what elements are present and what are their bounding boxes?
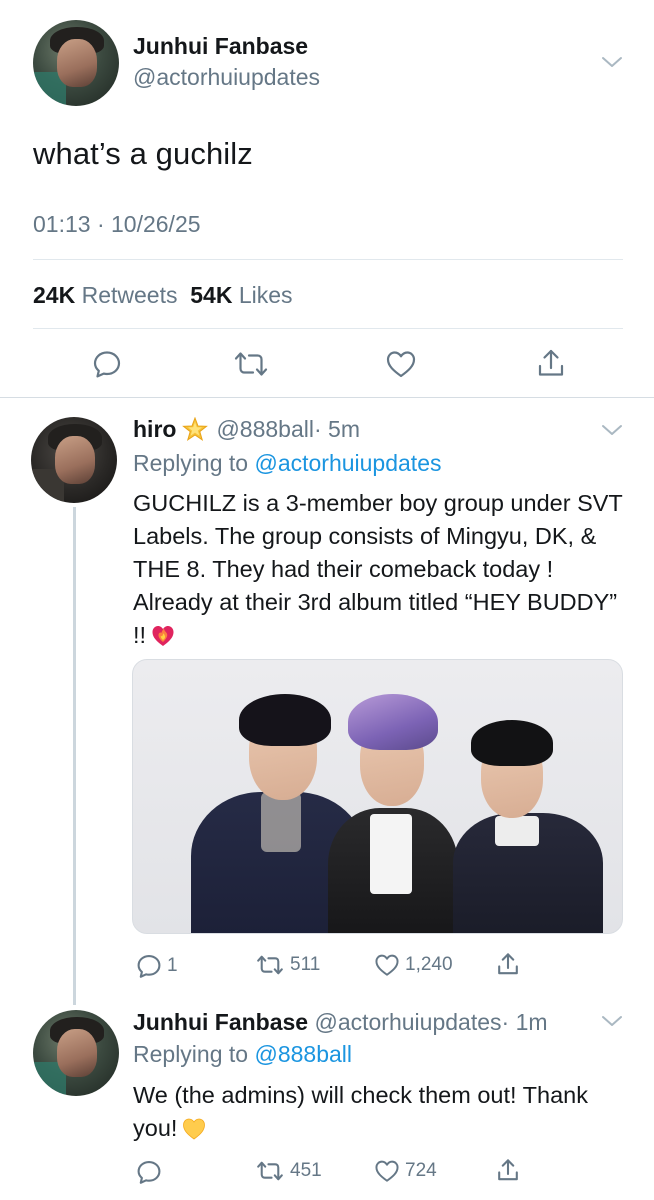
engagement-stats: 24K Retweets 54K Likes xyxy=(33,282,293,309)
like-button[interactable]: 1,240 xyxy=(374,952,453,978)
reply-text: We (the admins) will check them out! Tha… xyxy=(133,1079,613,1145)
replying-prefix: Replying to xyxy=(133,1041,249,1067)
reply-icon xyxy=(93,351,121,378)
divider xyxy=(0,397,654,398)
retweet-button[interactable] xyxy=(232,349,270,379)
retweet-icon xyxy=(257,1161,283,1181)
reply-text-content: GUCHILZ is a 3-member boy group under SV… xyxy=(133,490,623,648)
time-ago[interactable]: · 1m xyxy=(502,1009,548,1035)
handle[interactable]: @actorhuiupdates xyxy=(133,64,320,91)
chevron-down-icon[interactable] xyxy=(601,55,623,69)
retweet-button[interactable]: 451 xyxy=(255,1159,322,1183)
retweet-icon xyxy=(234,352,268,376)
share-button[interactable] xyxy=(496,950,525,978)
reply-header: Junhui Fanbase @actorhuiupdates· 1m xyxy=(133,1009,548,1036)
likes-stat[interactable]: 54K Likes xyxy=(190,282,292,308)
retweet-count: 451 xyxy=(290,1160,322,1181)
like-icon xyxy=(375,1160,399,1182)
divider xyxy=(33,259,623,260)
share-button[interactable] xyxy=(496,1156,525,1184)
star-emoji xyxy=(182,417,209,441)
avatar[interactable] xyxy=(33,1010,119,1096)
replying-to-link[interactable]: @actorhuiupdates xyxy=(254,450,441,476)
tweet-photo[interactable] xyxy=(132,659,623,934)
reply-button[interactable] xyxy=(92,349,122,379)
retweets-label: Retweets xyxy=(81,282,178,308)
reply-button[interactable] xyxy=(136,1159,167,1185)
like-button[interactable]: 724 xyxy=(374,1158,437,1184)
share-icon xyxy=(538,349,564,376)
time-ago[interactable]: · 5m xyxy=(314,416,360,442)
yellow-heart-emoji xyxy=(183,1118,206,1140)
retweet-button[interactable]: 511 xyxy=(255,953,320,977)
retweet-icon xyxy=(257,955,283,975)
handle[interactable]: @actorhuiupdates xyxy=(314,1009,501,1035)
display-name[interactable]: hiro xyxy=(133,416,176,442)
divider xyxy=(33,328,623,329)
handle[interactable]: @888ball xyxy=(216,416,314,442)
retweet-count: 511 xyxy=(290,954,321,975)
photo-person xyxy=(433,708,603,933)
retweets-stat[interactable]: 24K Retweets xyxy=(33,282,177,308)
reply-icon xyxy=(137,954,161,978)
thread-line xyxy=(73,507,76,1005)
display-name[interactable]: Junhui Fanbase xyxy=(133,33,308,60)
display-name[interactable]: Junhui Fanbase xyxy=(133,1009,308,1035)
tweet-text: what’s a guchilz xyxy=(33,136,253,171)
heart-on-fire-emoji xyxy=(152,626,174,646)
like-count: 724 xyxy=(405,1160,437,1181)
retweets-count: 24K xyxy=(33,282,76,308)
replying-prefix: Replying to xyxy=(133,450,249,476)
like-icon xyxy=(386,351,416,378)
timestamp[interactable]: 01:13 · 10/26/25 xyxy=(33,211,201,238)
like-icon xyxy=(375,954,399,976)
reply-count: 1 xyxy=(167,955,178,976)
reply-button[interactable]: 1 xyxy=(136,953,178,979)
main-tweet: Junhui Fanbase @actorhuiupdates what’s a… xyxy=(0,0,654,398)
replying-to: Replying to @actorhuiupdates xyxy=(133,450,442,477)
likes-label: Likes xyxy=(238,282,293,308)
share-icon xyxy=(498,953,518,975)
share-button[interactable] xyxy=(536,347,566,379)
reply-icon xyxy=(137,1160,161,1184)
likes-count: 54K xyxy=(190,282,233,308)
replying-to: Replying to @888ball xyxy=(133,1041,352,1068)
share-icon xyxy=(498,1159,518,1181)
chevron-down-icon[interactable] xyxy=(601,1014,623,1028)
chevron-down-icon[interactable] xyxy=(601,423,623,437)
reply-text: GUCHILZ is a 3-member boy group under SV… xyxy=(133,487,628,652)
like-count: 1,240 xyxy=(405,954,453,975)
avatar[interactable] xyxy=(31,417,117,503)
like-button[interactable] xyxy=(385,349,417,379)
avatar[interactable] xyxy=(33,20,119,106)
replying-to-link[interactable]: @888ball xyxy=(254,1041,352,1067)
reply-header: hiro @888ball· 5m xyxy=(133,416,360,443)
